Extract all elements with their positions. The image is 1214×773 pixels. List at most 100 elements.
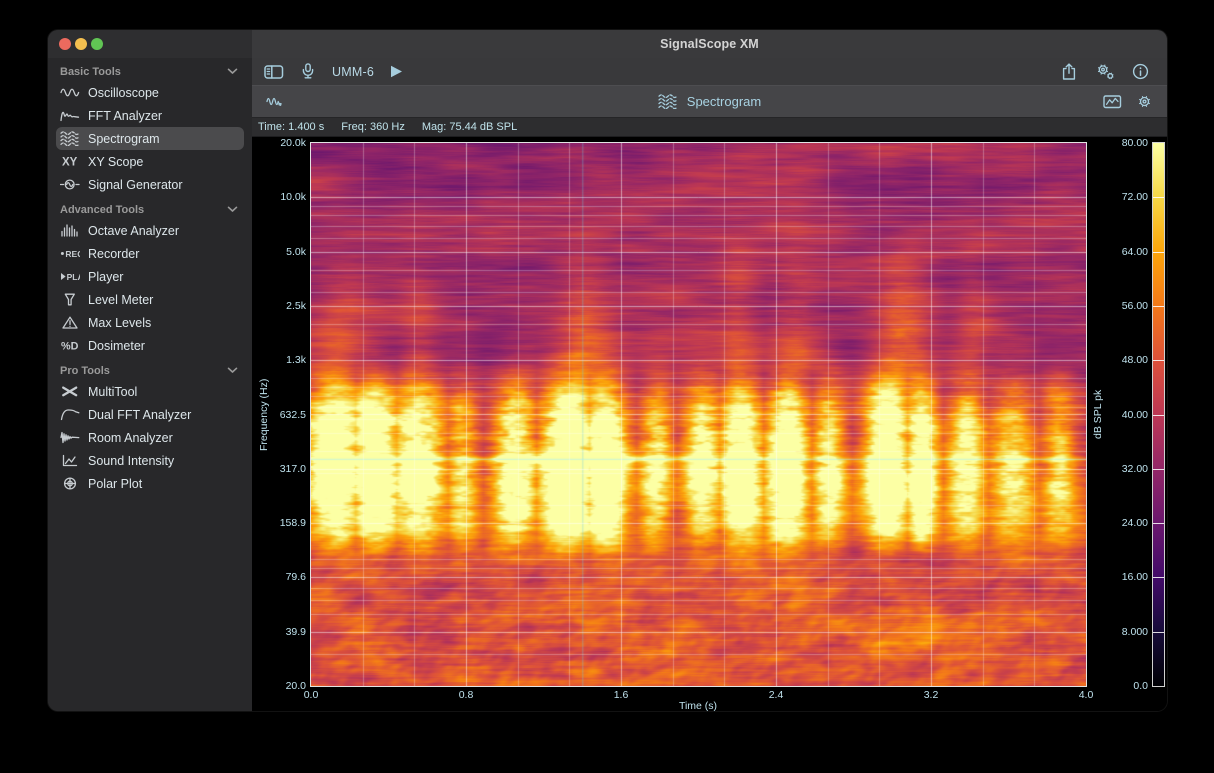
app-window: SignalScope XM Basic Tools Oscilloscope FF… <box>48 30 1167 711</box>
dosimeter-icon: %D <box>56 338 84 353</box>
y-tick-label: 1.3k <box>262 354 306 366</box>
sidebar-section-advanced-tools[interactable]: Advanced Tools <box>48 196 252 219</box>
x-tick-label: 0.8 <box>446 689 486 701</box>
waveform-arrow-icon[interactable] <box>266 94 285 109</box>
sidebar-item-octave-analyzer[interactable]: Octave Analyzer <box>56 219 244 242</box>
sidebar-item-dosimeter[interactable]: %DDosimeter <box>56 334 244 357</box>
sidebar-item-player[interactable]: PLAY Player <box>56 265 244 288</box>
multitool-icon <box>56 384 84 399</box>
cursor-freq-readout: Freq: 360 Hz <box>341 121 405 133</box>
chevron-down-icon <box>227 365 238 377</box>
colorbar-tick-mark <box>1153 415 1164 416</box>
view-title: Spectrogram <box>687 94 761 109</box>
signal-generator-icon <box>56 177 84 192</box>
close-button[interactable] <box>59 38 71 50</box>
chart-window-icon[interactable] <box>1103 94 1122 110</box>
spectrogram-plot[interactable] <box>310 142 1087 687</box>
y-tick-label: 79.6 <box>262 571 306 583</box>
cursor-mag-readout: Mag: 75.44 dB SPL <box>422 121 517 133</box>
sidebar-toggle-icon[interactable] <box>264 64 284 80</box>
colorbar-tick-label: 24.00 <box>1108 517 1148 529</box>
recorder-icon: REC <box>56 246 84 261</box>
sidebar-item-label: Spectrogram <box>84 132 160 146</box>
sidebar-item-multitool[interactable]: MultiTool <box>56 380 244 403</box>
colorbar[interactable] <box>1152 142 1165 687</box>
colorbar-tick-label: 56.00 <box>1108 300 1148 312</box>
zoom-button[interactable] <box>91 38 103 50</box>
x-tick-label: 4.0 <box>1066 689 1106 701</box>
sidebar-item-label: Octave Analyzer <box>84 224 179 238</box>
sidebar-item-label: Player <box>84 270 123 284</box>
x-tick-label: 3.2 <box>911 689 951 701</box>
sidebar-item-fft-analyzer[interactable]: FFT Analyzer <box>56 104 244 127</box>
y-tick-label: 10.0k <box>262 191 306 203</box>
y-tick-label: 5.0k <box>262 246 306 258</box>
fft-analyzer-icon <box>56 108 84 123</box>
settings-gear-icon[interactable] <box>1136 93 1153 110</box>
sidebar-item-max-levels[interactable]: Max Levels <box>56 311 244 334</box>
sound-intensity-icon <box>56 453 84 468</box>
cursor-time-readout: Time: 1.400 s <box>258 121 324 133</box>
colorbar-tick-mark <box>1153 197 1164 198</box>
screen: SignalScope XM Basic Tools Oscilloscope FF… <box>0 0 1214 773</box>
preferences-gears-icon[interactable] <box>1095 63 1115 80</box>
sidebar-item-level-meter[interactable]: Level Meter <box>56 288 244 311</box>
spectrogram-icon <box>658 94 678 109</box>
xy-scope-icon: XY <box>56 154 84 169</box>
spectrogram-icon <box>56 131 84 146</box>
sidebar-section-pro-tools[interactable]: Pro Tools <box>48 357 252 380</box>
oscilloscope-icon <box>56 85 84 100</box>
colorbar-tick-label: 0.0 <box>1108 680 1148 692</box>
section-label: Advanced Tools <box>60 204 144 216</box>
share-icon[interactable] <box>1060 63 1078 80</box>
sidebar-item-label: FFT Analyzer <box>84 109 162 123</box>
colorbar-tick-mark <box>1153 523 1164 524</box>
main-toolbar: UMM-6 <box>252 58 1167 85</box>
spectrogram-canvas[interactable] <box>311 143 1086 686</box>
minimize-button[interactable] <box>75 38 87 50</box>
sidebar-item-room-analyzer[interactable]: Room Analyzer <box>56 426 244 449</box>
colorbar-tick-label: 64.00 <box>1108 246 1148 258</box>
sidebar-item-sound-intensity[interactable]: Sound Intensity <box>56 449 244 472</box>
svg-text:XY: XY <box>62 157 78 169</box>
polar-plot-icon <box>56 476 84 491</box>
sidebar-item-spectrogram[interactable]: Spectrogram <box>56 127 244 150</box>
sidebar-item-label: XY Scope <box>84 155 143 169</box>
colorbar-tick-label: 40.00 <box>1108 409 1148 421</box>
sidebar-item-dual-fft-analyzer[interactable]: Dual FFT Analyzer <box>56 403 244 426</box>
sidebar-item-label: Signal Generator <box>84 178 183 192</box>
info-icon[interactable] <box>1132 63 1149 80</box>
microphone-icon[interactable] <box>299 63 317 80</box>
plot-panel: Frequency (Hz) dB SPL pk Time (s) 20.0k1… <box>252 137 1167 711</box>
sidebar-section-basic-tools[interactable]: Basic Tools <box>48 58 252 81</box>
sidebar-item-polar-plot[interactable]: Polar Plot <box>56 472 244 495</box>
sidebar-item-recorder[interactable]: RECRecorder <box>56 242 244 265</box>
sidebar-item-signal-generator[interactable]: Signal Generator <box>56 173 244 196</box>
x-tick-label: 1.6 <box>601 689 641 701</box>
colorbar-tick-mark <box>1153 252 1164 253</box>
y-tick-label: 158.9 <box>262 517 306 529</box>
sidebar-item-label: Level Meter <box>84 293 153 307</box>
x-tick-label: 0.0 <box>291 689 331 701</box>
chevron-down-icon <box>227 66 238 78</box>
colorbar-tick-mark <box>1153 469 1164 470</box>
colorbar-tick-label: 8.000 <box>1108 626 1148 638</box>
sidebar-item-label: Max Levels <box>84 316 151 330</box>
device-selector[interactable]: UMM-6 <box>332 65 374 79</box>
svg-text:PLAY: PLAY <box>67 272 80 282</box>
colorbar-tick-mark <box>1153 306 1164 307</box>
y-tick-label: 2.5k <box>262 300 306 312</box>
play-button[interactable] <box>389 64 404 79</box>
y-tick-label: 39.9 <box>262 626 306 638</box>
max-levels-icon <box>56 315 84 330</box>
colorbar-tick-label: 72.00 <box>1108 191 1148 203</box>
dual-fft-icon <box>56 407 84 422</box>
level-meter-icon <box>56 292 84 307</box>
section-label: Basic Tools <box>60 66 121 78</box>
sidebar-item-oscilloscope[interactable]: Oscilloscope <box>56 81 244 104</box>
sidebar-item-label: Dual FFT Analyzer <box>84 408 191 422</box>
svg-text:REC: REC <box>65 249 80 259</box>
sidebar-item-xy-scope[interactable]: XY XY Scope <box>56 150 244 173</box>
colorbar-axis-title: dB SPL pk <box>1092 142 1104 687</box>
title-bar: SignalScope XM <box>48 30 1167 58</box>
